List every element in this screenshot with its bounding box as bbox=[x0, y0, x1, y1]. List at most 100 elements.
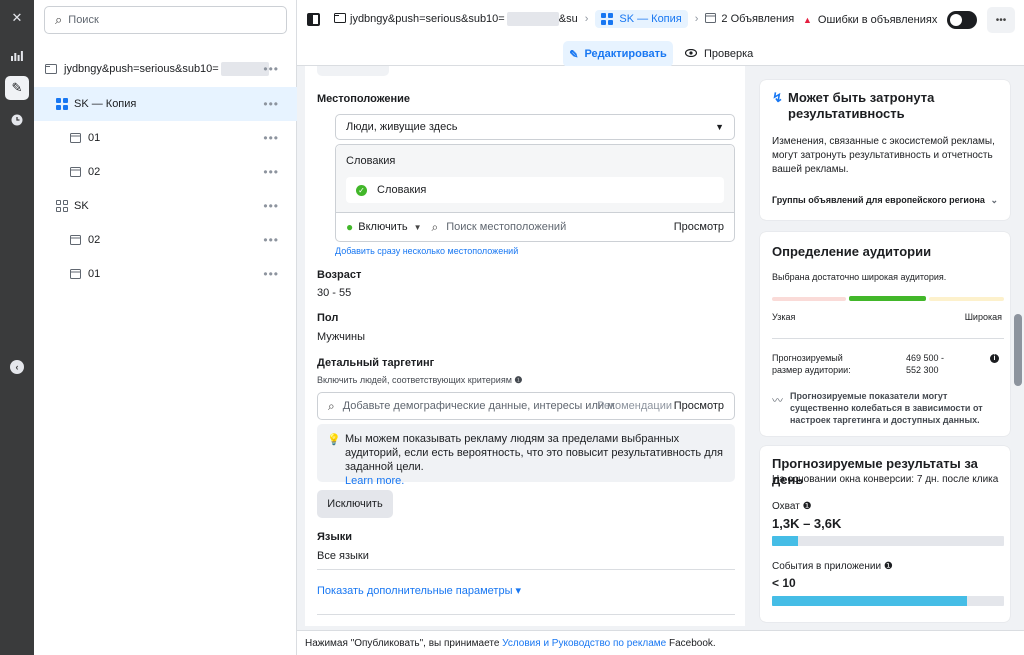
events-bar bbox=[772, 596, 1004, 606]
reach-value: 1,3K – 3,6K bbox=[772, 516, 842, 531]
info-icon[interactable]: i bbox=[990, 354, 999, 363]
search-placeholder: Поиск bbox=[68, 14, 99, 26]
gender-label: Пол bbox=[317, 312, 339, 324]
ad-errors[interactable]: ▲ Ошибки в объявлениях bbox=[803, 14, 937, 26]
info-icon: ❶ bbox=[883, 561, 893, 572]
more-icon[interactable]: ••• bbox=[263, 165, 279, 179]
audience-gauge bbox=[772, 296, 1004, 301]
chart-icon[interactable] bbox=[5, 44, 29, 68]
ad-icon bbox=[68, 131, 82, 145]
tree-item-label: 02 bbox=[88, 166, 101, 178]
edit-button[interactable]: ✎ Редактировать bbox=[563, 41, 673, 67]
include-dropdown[interactable]: Включить bbox=[358, 221, 407, 233]
breadcrumb-adset[interactable]: SK — Копия bbox=[595, 10, 688, 29]
tree-item-adset[interactable]: SK ••• bbox=[34, 189, 297, 223]
detailed-targeting-input[interactable]: ⌕ Добавьте демографические данные, интер… bbox=[317, 392, 735, 420]
audience-text: Выбрана достаточно широкая аудитория. bbox=[772, 272, 947, 282]
search-input[interactable]: ⌕ Поиск bbox=[44, 6, 287, 34]
tree-item-ad[interactable]: 02 ••• bbox=[34, 155, 297, 189]
scrollbar[interactable] bbox=[1014, 70, 1022, 630]
breadcrumb-campaign[interactable]: jydbngy&push=serious&sub10= bbox=[350, 13, 505, 25]
adset-icon bbox=[56, 200, 68, 212]
tree-item-label: SK bbox=[74, 200, 89, 212]
detailed-targeting-placeholder: Добавьте демографические данные, интерес… bbox=[342, 400, 615, 412]
more-icon[interactable]: ••• bbox=[263, 62, 279, 76]
exclude-button[interactable]: Исключить bbox=[317, 490, 393, 518]
eye-icon bbox=[684, 48, 698, 60]
learn-more-link[interactable]: Learn more. bbox=[345, 475, 404, 487]
publish-terms-footer: Нажимая "Опубликовать", вы принимаете Ус… bbox=[297, 630, 1024, 655]
age-value: 30 - 55 bbox=[317, 287, 352, 299]
chevron-right-icon: › bbox=[694, 13, 699, 26]
terms-prefix: Нажимая "Опубликовать", вы принимаете bbox=[305, 637, 500, 649]
tree-item-label: SK — Копия bbox=[74, 98, 137, 110]
terms-link[interactable]: Условия и Руководство по рекламе bbox=[502, 638, 666, 649]
tree-item-ad[interactable]: 01 ••• bbox=[34, 121, 297, 155]
more-options-button[interactable]: ••• bbox=[987, 7, 1015, 33]
recommendations-button[interactable]: Рекомендации bbox=[597, 400, 672, 412]
caret-down-icon: ▼ bbox=[413, 222, 422, 232]
more-icon[interactable]: ••• bbox=[263, 199, 279, 213]
expansion-tip: 💡 Мы можем показывать рекламу людям за п… bbox=[317, 424, 735, 487]
fluctuation-icon: 〰 bbox=[772, 395, 783, 407]
breadcrumb-ads[interactable]: 2 Объявления bbox=[721, 13, 794, 25]
more-icon[interactable]: ••• bbox=[263, 267, 279, 281]
detailed-view-button[interactable]: Просмотр bbox=[674, 400, 724, 412]
collapse-icon[interactable]: ‹ bbox=[10, 360, 24, 374]
ad-errors-label: Ошибки в объявлениях bbox=[817, 14, 938, 26]
impact-title-text: Может быть затронута результативность bbox=[788, 90, 935, 121]
detailed-targeting-sub: Включить людей, соответствующих критерия… bbox=[317, 375, 522, 386]
breadcrumb: jydbngy&push=serious&sub10= &su › SK — Ко… bbox=[307, 10, 794, 29]
lightbulb-icon: 💡 bbox=[327, 434, 341, 446]
location-view-button[interactable]: Просмотр bbox=[674, 221, 724, 233]
tree-item-label: 01 bbox=[88, 268, 101, 280]
audience-size-value: 469 500 - 552 300 bbox=[906, 352, 944, 376]
tree-item-campaign[interactable]: jydbngy&push=serious&sub10= ••• bbox=[34, 52, 297, 86]
daily-results-card: Прогнозируемые результаты за день На осн… bbox=[760, 446, 1010, 622]
more-icon[interactable]: ••• bbox=[263, 97, 279, 111]
results-sub: На основании окна конверсии: 7 дн. после… bbox=[772, 474, 999, 485]
sparkle-icon: ↯ bbox=[772, 90, 783, 105]
eu-adsets-link[interactable]: Группы объявлений для европейского регио… bbox=[772, 195, 1002, 205]
search-icon: ⌕ bbox=[55, 12, 63, 27]
panel-toggle-icon[interactable] bbox=[307, 12, 320, 26]
close-icon[interactable]: ✕ bbox=[5, 6, 29, 30]
redacted-block bbox=[220, 62, 269, 76]
targeting-form: Местоположение Люди, живущие здесь ▼ Сло… bbox=[305, 66, 745, 626]
review-button[interactable]: Проверка bbox=[684, 41, 753, 67]
location-pin-icon: ● bbox=[346, 220, 354, 234]
gauge-ok bbox=[849, 296, 926, 301]
ad-icon bbox=[705, 12, 717, 26]
impact-text: Изменения, связанные с экосистемой рекла… bbox=[772, 136, 995, 175]
reach-label-text: Охват bbox=[772, 501, 800, 512]
tree-item-adset-copy[interactable]: SK — Копия ••• bbox=[34, 87, 297, 121]
location-box: Словакия ✓ Словакия ● Включить ▼ ⌕ Поиск… bbox=[335, 144, 735, 242]
warning-icon: ▲ bbox=[803, 15, 812, 25]
pencil-icon[interactable]: ✎ bbox=[5, 76, 29, 100]
country-chip[interactable]: ✓ Словакия bbox=[346, 177, 724, 203]
languages-label: Языки bbox=[317, 531, 353, 543]
country-chip-label: Словакия bbox=[377, 184, 427, 196]
location-search-input[interactable]: Поиск местоположений bbox=[446, 221, 566, 233]
tree-item-ad[interactable]: 01 ••• bbox=[34, 257, 297, 291]
left-rail: ✕ ✎ ‹ bbox=[0, 0, 34, 655]
show-more-params-link[interactable]: Показать дополнительные параметры ▾ bbox=[317, 584, 521, 597]
location-mode-select[interactable]: Люди, живущие здесь ▼ bbox=[335, 114, 735, 140]
more-icon[interactable]: ••• bbox=[263, 131, 279, 145]
more-icon[interactable]: ••• bbox=[263, 233, 279, 247]
tree-item-label: 01 bbox=[88, 132, 101, 144]
info-icon: ❶ bbox=[514, 375, 523, 385]
breadcrumb-campaign-tail[interactable]: &su bbox=[559, 13, 578, 25]
pencil-icon: ✎ bbox=[569, 48, 579, 61]
chevron-right-icon: › bbox=[584, 13, 589, 26]
scrollbar-thumb[interactable] bbox=[1014, 314, 1022, 386]
location-mode-value: Люди, живущие здесь bbox=[346, 121, 458, 133]
ad-icon bbox=[68, 165, 82, 179]
clock-icon[interactable] bbox=[5, 108, 29, 132]
bulk-locations-link[interactable]: Добавить сразу несколько местоположений bbox=[335, 246, 518, 256]
audience-title: Определение аудитории bbox=[772, 244, 932, 259]
errors-toggle[interactable] bbox=[947, 11, 977, 29]
adset-icon bbox=[56, 98, 68, 110]
tree-item-ad[interactable]: 02 ••• bbox=[34, 223, 297, 257]
age-label: Возраст bbox=[317, 269, 362, 281]
